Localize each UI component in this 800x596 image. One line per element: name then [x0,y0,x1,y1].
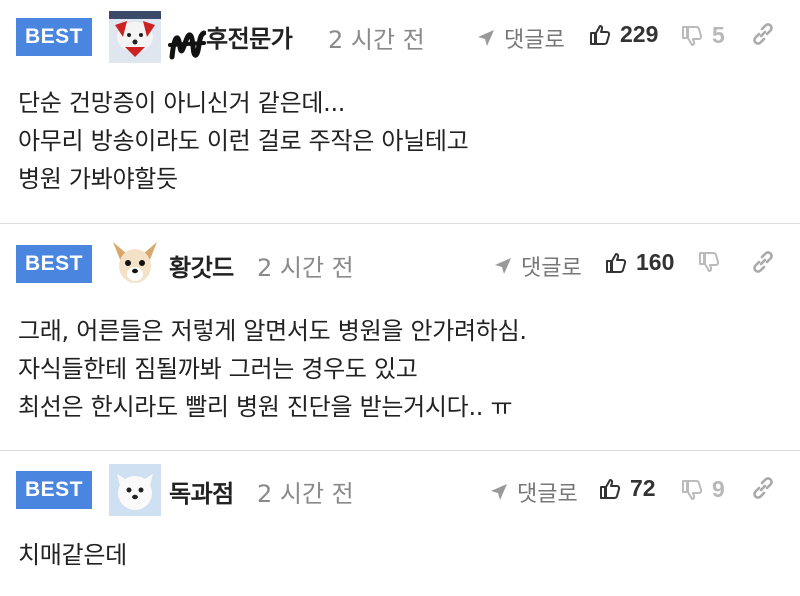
comment-line: 단순 건망증이 아니신거 같은데... [18,89,346,117]
thumbs-up-icon [600,478,621,499]
white-dog-avatar-icon[interactable] [109,464,161,516]
like-button[interactable]: 229 [588,21,658,48]
comment-item: BEST 황갓드 2 시간 전 댓글로 160 그래, 어른들은 저렇게 알면서… [0,224,800,451]
comment-header: BEST 후전문가 2 시간 전 댓글로 229 5 [0,10,800,63]
link-icon[interactable] [750,249,776,275]
timestamp: 2 시간 전 [328,26,425,54]
like-button[interactable]: 160 [604,249,674,276]
nickname[interactable]: 후전문가 [206,19,293,54]
like-button[interactable]: 72 [598,475,656,502]
comment-line: 그래, 어른들은 저렇게 알면서도 병원을 안가려하심. [18,317,527,345]
dislike-count: 5 [712,22,725,48]
dislike-button[interactable]: 5 [680,22,725,49]
comment-body: 치매같은데 [18,536,127,574]
best-badge: BEST [16,471,92,509]
reply-label: 댓글로 [504,28,565,53]
reply-label: 댓글로 [517,482,578,507]
nickname[interactable]: 황갓드 [169,248,234,283]
chihuahua-avatar-icon[interactable] [109,238,161,290]
comment-line: 최선은 한시라도 빨리 병원 진단을 받는거시다.. ㅠ [18,393,513,421]
dislike-button[interactable] [697,250,729,274]
comment-header: BEST 황갓드 2 시간 전 댓글로 160 [0,237,800,290]
comment-header: BEST 독과점 2 시간 전 댓글로 72 9 [0,463,800,516]
timestamp: 2 시간 전 [257,254,354,282]
link-icon[interactable] [750,475,776,501]
dislike-count: 9 [712,476,725,502]
reply-button[interactable]: 댓글로 [489,476,578,508]
send-arrow-icon [478,30,494,46]
comment-item: BEST 독과점 2 시간 전 댓글로 72 9 치매같은데 [0,451,800,596]
nickname[interactable]: 독과점 [169,474,234,509]
timestamp: 2 시간 전 [257,480,354,508]
reply-label: 댓글로 [521,256,582,281]
thumbs-down-icon [682,25,703,46]
comment-line: 자식들한테 짐될까봐 그러는 경우도 있고 [18,355,418,383]
link-icon[interactable] [750,21,776,47]
comment-line: 치매같은데 [18,541,127,569]
reply-button[interactable]: 댓글로 [476,22,565,54]
like-count: 160 [636,249,675,275]
reply-button[interactable]: 댓글로 [493,250,582,282]
dislike-button[interactable]: 9 [680,476,725,503]
send-arrow-icon [495,258,511,274]
best-badge: BEST [16,245,92,283]
comment-item: BEST 후전문가 2 시간 전 댓글로 229 5 단순 건망증이 아니신거 … [0,0,800,224]
thumbs-down-icon [682,479,703,500]
best-badge: BEST [16,18,92,56]
like-count: 229 [620,21,659,47]
comment-line: 아무리 방송이라도 이런 걸로 주작은 아닐테고 [18,127,469,155]
like-count: 72 [630,475,656,501]
thumbs-up-icon [606,252,627,273]
send-arrow-icon [491,484,507,500]
comment-line: 병원 가봐야할듯 [18,165,178,193]
nickname-redaction-scribble [168,30,206,60]
white-dog-avatar-icon[interactable] [109,11,161,63]
comment-body: 그래, 어른들은 저렇게 알면서도 병원을 안가려하심. 자식들한테 짐될까봐 … [18,312,527,426]
thumbs-up-icon [590,24,611,45]
comment-body: 단순 건망증이 아니신거 같은데... 아무리 방송이라도 이런 걸로 주작은 … [18,84,469,198]
thumbs-down-icon [699,252,720,272]
